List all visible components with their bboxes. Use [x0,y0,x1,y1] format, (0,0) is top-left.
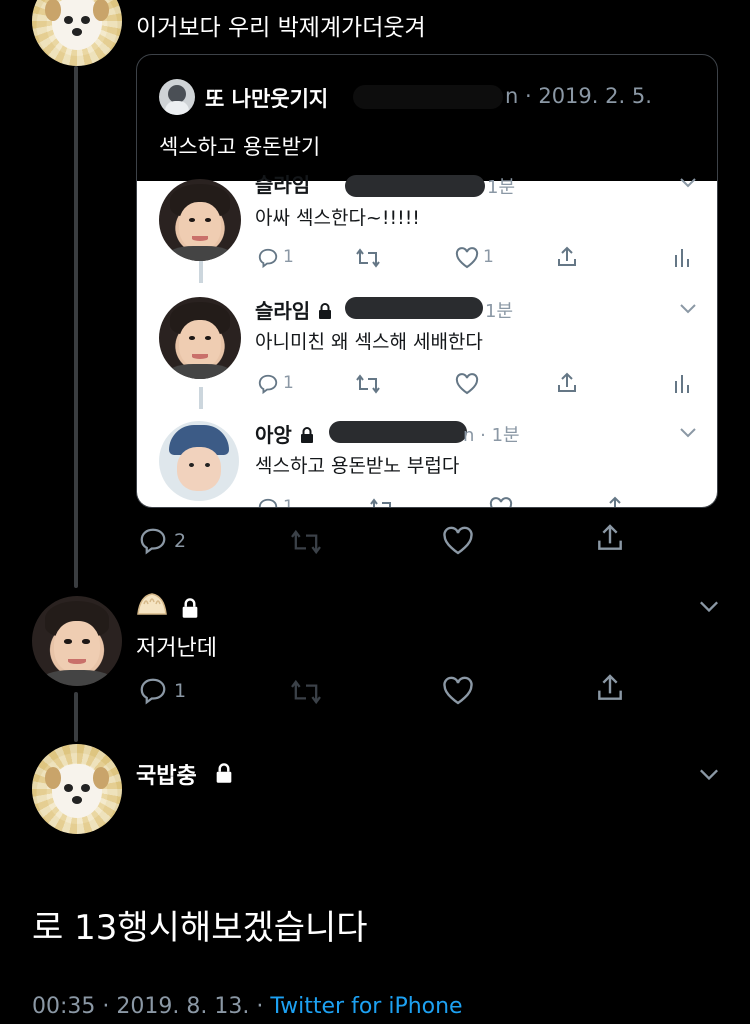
share-icon [555,245,579,269]
analytics-icon [673,247,691,269]
quoted-author-name: 또 나만웃기지 [205,87,329,111]
dumpling-emoji-icon [136,590,168,620]
reply-button[interactable] [138,526,168,556]
embedded-time: 1분 [485,301,514,322]
separator: · [102,994,110,1019]
chevron-down-icon [679,177,697,189]
author-name: 국밥충 [136,764,197,789]
quoted-meta: n · 2019. 2. 5. [505,84,652,108]
time: 00:35 [32,994,96,1019]
quoted-image: 슬라임 1분 아싸 섹스한다~!!!!! 1 1 슬라임 1분 아니미친 왜 섹… [137,173,717,508]
lock-icon [180,597,200,623]
like-icon [455,247,479,269]
tweet-body-text: 로 13행시해보겠습니다 [32,908,368,948]
embedded-name: 슬라임 [255,295,333,325]
chevron-down-icon [679,303,697,315]
embedded-text: 아싸 섹스한다~!!!!! [255,207,420,229]
like-icon [489,497,513,507]
date: 2019. 8. 13. [116,994,250,1019]
lock-icon [214,762,234,788]
reply-count: 2 [174,530,187,552]
avatar [159,179,241,261]
retweet-button[interactable] [288,528,324,556]
reply-icon [257,373,279,395]
share-icon [603,495,627,507]
retweet-button[interactable] [288,678,324,706]
embedded-thread-line [199,261,203,283]
embedded-reply-count: 1 [283,373,294,393]
embedded-reply-count: 1 [283,247,294,267]
chevron-down-icon [679,427,697,439]
retweet-icon [355,373,381,395]
quoted-tweet-card[interactable]: 또 나만웃기지 n · 2019. 2. 5. 섹스하고 용돈받기 슬라임 1분… [136,54,718,508]
reply-count: 1 [174,680,187,702]
separator: · [256,994,264,1019]
like-icon [455,373,479,395]
embedded-like-count: 1 [483,247,494,267]
analytics-icon [673,373,691,395]
reply-icon [257,497,279,507]
retweet-icon [369,497,395,507]
embedded-name: 아앙 [255,419,315,449]
reply-text: 저거난데 [136,636,217,661]
avatar [159,421,239,501]
embedded-text: 아니미친 왜 섹스해 세배한다 [255,331,483,353]
lock-icon [299,425,315,449]
embedded-reply-count: 1 [283,497,294,508]
share-button[interactable] [594,672,626,704]
embedded-time: 1분 [487,177,516,198]
redacted-handle [345,175,485,197]
embedded-name: 슬라임 [255,173,311,197]
redacted-handle [329,421,467,443]
tweet-timestamp: 00:35 · 2019. 8. 13. · Twitter for iPhon… [32,994,463,1019]
source-link[interactable]: Twitter for iPhone [270,994,462,1019]
like-button[interactable] [442,676,474,706]
avatar[interactable] [32,596,122,686]
thread-line-1 [74,66,78,588]
like-button[interactable] [442,526,474,556]
redacted-handle [353,85,503,109]
share-button[interactable] [594,522,626,554]
tweet-text: 이거보다 우리 박제계가더웃겨 [136,15,426,41]
avatar [159,79,195,115]
retweet-icon [355,247,381,269]
reply-icon [257,247,279,269]
quoted-text: 섹스하고 용돈받기 [159,135,321,159]
chevron-down-icon[interactable] [698,600,720,614]
embedded-time: n · 1분 [463,425,520,446]
share-icon [555,371,579,395]
embedded-text: 섹스하고 용돈받노 부럽다 [255,455,460,477]
thread-line-2 [74,692,78,742]
avatar[interactable] [32,0,122,66]
chevron-down-icon[interactable] [698,768,720,782]
embedded-thread-line [199,387,203,409]
avatar[interactable] [32,744,122,834]
avatar [159,297,241,379]
reply-button[interactable] [138,676,168,706]
lock-icon [317,301,333,325]
redacted-handle [345,297,483,319]
